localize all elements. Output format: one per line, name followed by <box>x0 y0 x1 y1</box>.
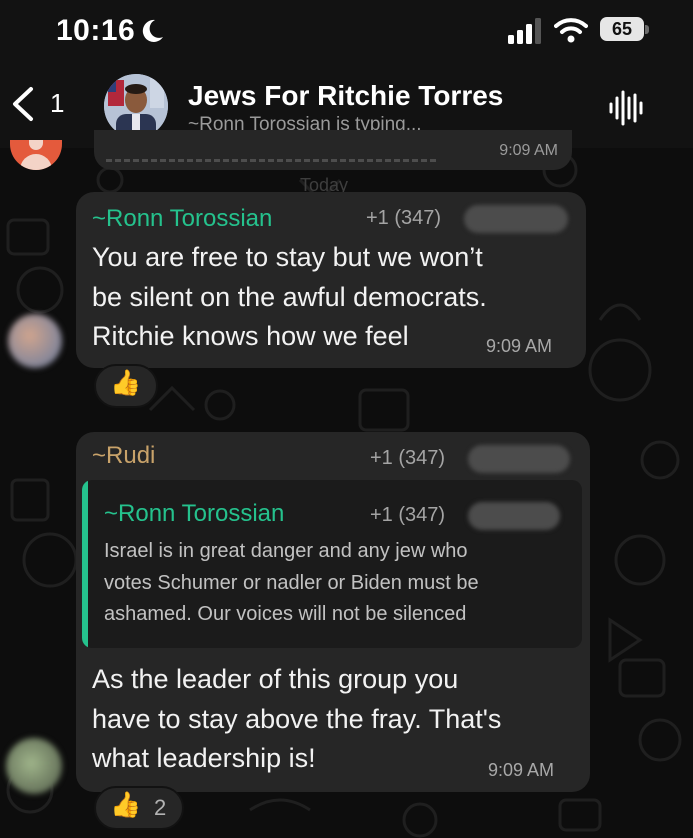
moon-icon <box>142 19 163 42</box>
partial-message-bubble[interactable]: 9:09 AM <box>94 130 572 170</box>
quoted-line: Israel is in great danger and any jew wh… <box>104 540 468 562</box>
message-time: 9:09 AM <box>486 336 553 356</box>
partial-message-text <box>106 149 436 162</box>
message-line: what leadership is! <box>92 743 316 773</box>
message-line: Ritchie knows how we feel <box>92 321 409 351</box>
group-avatar[interactable] <box>104 74 168 138</box>
unread-count: 1 <box>50 88 65 118</box>
quote-accent-bar <box>82 480 88 648</box>
quoted-line: votes Schumer or nadler or Biden must be <box>104 572 479 594</box>
group-avatar-image <box>104 74 168 138</box>
sender-avatar[interactable] <box>6 738 62 794</box>
message-line: have to stay above the fray. That's <box>92 704 502 734</box>
battery-tip <box>645 25 649 34</box>
message-time: 9:09 AM <box>499 142 558 159</box>
redacted-phone <box>464 205 568 233</box>
message-time: 9:09 AM <box>488 760 555 780</box>
back-button[interactable]: 1 <box>10 80 80 130</box>
message-line: You are free to stay but we won’t <box>92 242 483 272</box>
sender-phone: +1 (347) <box>370 447 446 469</box>
wifi-icon <box>554 18 588 43</box>
avatar-head <box>29 140 43 150</box>
status-bar: 10:16 65 <box>0 0 693 62</box>
message-line: As the leader of this group you <box>92 664 459 694</box>
sender-name[interactable]: ~Rudi <box>92 442 155 470</box>
cellular-signal-icon <box>508 18 541 44</box>
reaction-pill[interactable]: 👍 2 <box>94 786 184 830</box>
redacted-phone <box>468 502 560 530</box>
quoted-sender-name: ~Ronn Torossian <box>104 500 285 527</box>
thumbs-up-icon: 👍 <box>110 369 142 397</box>
redacted-phone <box>468 445 570 473</box>
sender-phone: +1 (347) <box>366 207 442 229</box>
clock: 10:16 <box>56 14 136 47</box>
battery-icon: 65 <box>600 17 650 43</box>
voice-chat-icon[interactable] <box>608 88 644 128</box>
chevron-left-icon <box>13 87 33 121</box>
quoted-message[interactable]: ~Ronn Torossian +1 (347) Israel is in gr… <box>82 480 582 648</box>
thumbs-up-icon: 👍 <box>110 791 142 819</box>
battery-level: 65 <box>600 17 644 41</box>
reaction-count: 2 <box>154 795 167 820</box>
sender-avatar[interactable] <box>8 314 62 368</box>
quoted-line: ashamed. Our voices will not be silenced <box>104 603 467 625</box>
sender-name[interactable]: ~Ronn Torossian <box>92 205 272 233</box>
reaction-pill[interactable]: 👍 <box>94 364 158 408</box>
group-title[interactable]: Jews For Ritchie Torres <box>188 80 503 112</box>
message-line: be silent on the awful democrats. <box>92 282 487 312</box>
avatar-body <box>20 154 52 170</box>
quoted-sender-phone: +1 (347) <box>370 504 446 526</box>
